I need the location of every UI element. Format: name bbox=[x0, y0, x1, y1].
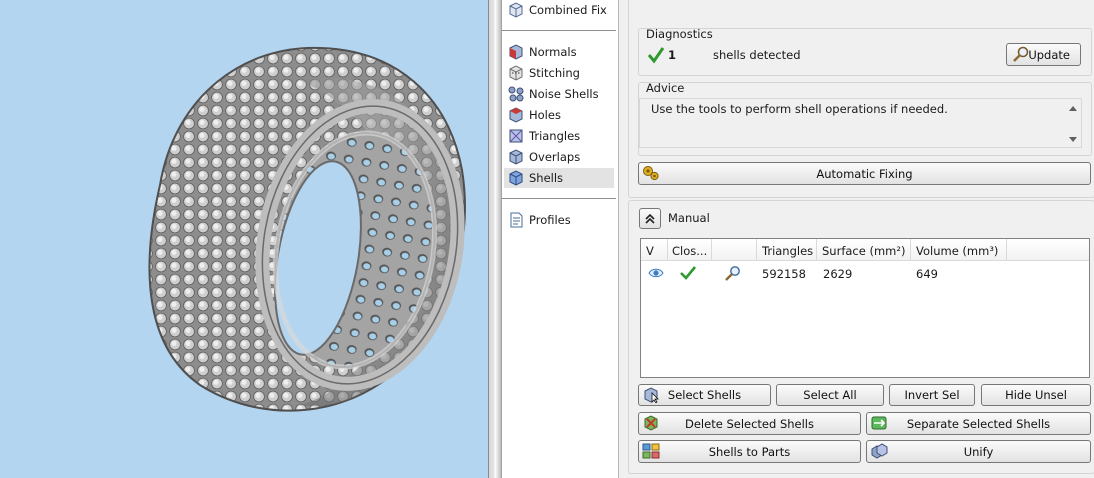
tree-item-overlaps[interactable]: Overlaps bbox=[504, 147, 614, 167]
tree-item-normals[interactable]: Normals bbox=[504, 42, 614, 62]
holes-icon bbox=[509, 107, 523, 123]
3d-viewport[interactable] bbox=[0, 0, 488, 478]
separate-selected-shells-button[interactable]: Separate Selected Shells bbox=[866, 412, 1091, 435]
delete-selected-shells-button[interactable]: Delete Selected Shells bbox=[638, 412, 861, 435]
advice-text: Use the tools to perform shell operation… bbox=[651, 102, 948, 116]
magnifier-icon bbox=[1013, 46, 1029, 62]
advice-title: Advice bbox=[646, 81, 685, 95]
tree-item-shells[interactable]: Shells bbox=[504, 168, 614, 188]
normals-icon bbox=[509, 44, 523, 60]
automatic-fixing-button[interactable]: Automatic Fixing bbox=[638, 162, 1091, 185]
tree-item-label: Shells bbox=[529, 171, 564, 185]
tree-item-profiles[interactable]: Profiles bbox=[504, 210, 614, 230]
unify-icon bbox=[871, 443, 888, 459]
triangles-icon bbox=[509, 129, 523, 143]
shell-count: 1 bbox=[668, 48, 677, 62]
separate-shells-icon bbox=[871, 416, 887, 430]
select-shells-label: Select Shells bbox=[667, 388, 742, 402]
table-row[interactable]: 592158 2629 649 bbox=[641, 263, 1089, 285]
tree-item-label: Combined Fix bbox=[529, 3, 607, 17]
column-header-closed[interactable]: Clos... bbox=[668, 239, 712, 261]
delete-selected-shells-label: Delete Selected Shells bbox=[685, 416, 814, 431]
tree-item-label: Triangles bbox=[529, 129, 581, 143]
invert-sel-label: Invert Sel bbox=[904, 388, 960, 402]
column-header-triangles[interactable]: Triangles bbox=[757, 239, 817, 261]
shells-icon bbox=[509, 170, 523, 186]
advice-scrollbar[interactable] bbox=[1065, 99, 1081, 147]
profiles-icon bbox=[510, 212, 523, 228]
diagnostics-title: Diagnostics bbox=[646, 27, 713, 41]
manual-title: Manual bbox=[668, 211, 710, 225]
cell-volume: 649 bbox=[916, 267, 938, 281]
column-header-filler bbox=[1007, 239, 1089, 261]
tree-item-label: Profiles bbox=[529, 213, 571, 227]
cell-surface: 2629 bbox=[823, 267, 853, 281]
select-shells-button[interactable]: Select Shells bbox=[638, 384, 771, 406]
unify-label: Unify bbox=[963, 444, 994, 459]
column-header-surface[interactable]: Surface (mm²) bbox=[817, 239, 911, 261]
noise-shells-icon bbox=[508, 86, 524, 102]
tree-item-label: Holes bbox=[529, 108, 561, 122]
chevron-up-icon bbox=[645, 213, 655, 224]
tree-item-label: Overlaps bbox=[529, 150, 581, 164]
tree-item-label: Noise Shells bbox=[529, 87, 599, 101]
scroll-down-icon[interactable] bbox=[1069, 137, 1077, 142]
select-all-label: Select All bbox=[803, 388, 857, 402]
tree-item-label: Normals bbox=[529, 45, 577, 59]
tree-item-holes[interactable]: Holes bbox=[504, 105, 614, 125]
tree-item-label: Stitching bbox=[529, 66, 580, 80]
tire-model bbox=[148, 46, 466, 412]
delete-shells-icon bbox=[644, 415, 658, 431]
stitching-icon bbox=[509, 65, 523, 81]
update-label: Update bbox=[1028, 47, 1070, 62]
tree-item-stitching[interactable]: Stitching bbox=[504, 63, 614, 83]
tree-item-triangles[interactable]: Triangles bbox=[504, 126, 614, 146]
eye-icon[interactable] bbox=[648, 267, 664, 279]
shells-table[interactable]: V Clos... Triangles Surface (mm²) Volume… bbox=[640, 238, 1090, 378]
shells-to-parts-label: Shells to Parts bbox=[708, 444, 791, 459]
unify-button[interactable]: Unify bbox=[866, 440, 1091, 463]
combined-fix-icon bbox=[509, 2, 523, 18]
column-header-zoom[interactable] bbox=[712, 239, 757, 261]
column-header-visible[interactable]: V bbox=[641, 239, 668, 261]
overlaps-icon bbox=[509, 149, 523, 165]
hide-unselected-button[interactable]: Hide Unsel bbox=[981, 384, 1091, 406]
advice-textbox[interactable]: Use the tools to perform shell operation… bbox=[639, 98, 1082, 148]
tree-item-noise-shells[interactable]: Noise Shells bbox=[504, 84, 614, 104]
invert-selection-button[interactable]: Invert Sel bbox=[889, 384, 975, 406]
select-shells-icon bbox=[644, 387, 659, 403]
zoom-icon[interactable] bbox=[724, 265, 742, 281]
automatic-fixing-label: Automatic Fixing bbox=[816, 166, 913, 181]
tree-item-combined-fix[interactable]: Combined Fix bbox=[504, 0, 614, 20]
diagnostics-text: shells detected bbox=[713, 48, 801, 62]
collapse-manual-button[interactable] bbox=[639, 208, 661, 229]
update-button[interactable]: Update bbox=[1006, 43, 1081, 66]
tree-divider bbox=[502, 30, 616, 31]
check-icon bbox=[680, 266, 697, 280]
cell-triangles: 592158 bbox=[762, 267, 806, 281]
panel-splitter[interactable] bbox=[488, 0, 502, 478]
tree-divider bbox=[502, 198, 616, 199]
repair-tree-panel: Combined Fix Normals Stitching Noise She… bbox=[502, 0, 619, 478]
shells-to-parts-button[interactable]: Shells to Parts bbox=[638, 440, 861, 463]
separate-selected-shells-label: Separate Selected Shells bbox=[906, 416, 1051, 431]
scroll-up-icon[interactable] bbox=[1069, 106, 1077, 111]
check-icon bbox=[647, 47, 665, 64]
select-all-button[interactable]: Select All bbox=[776, 384, 884, 406]
column-header-volume[interactable]: Volume (mm³) bbox=[911, 239, 1007, 261]
hide-unsel-label: Hide Unsel bbox=[1005, 388, 1067, 402]
gears-icon bbox=[643, 166, 659, 181]
shells-to-parts-icon bbox=[642, 443, 660, 459]
